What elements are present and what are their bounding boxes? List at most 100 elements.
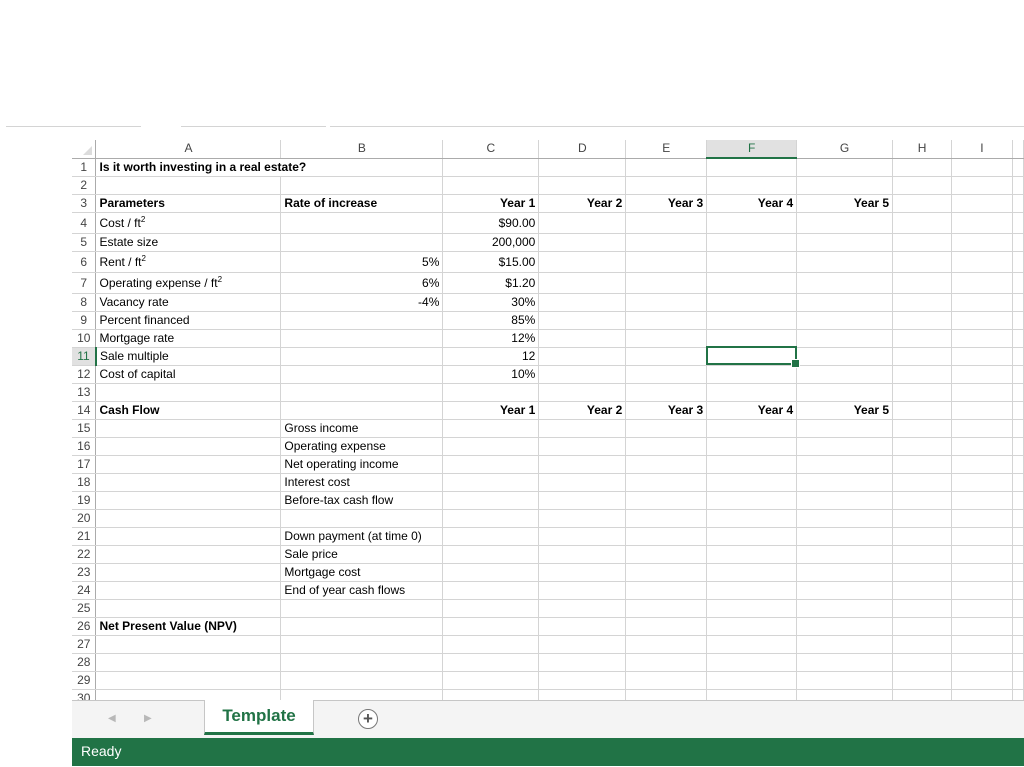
column-header-d[interactable]: D — [538, 140, 627, 159]
cell-h30[interactable] — [892, 688, 952, 700]
cell-d5[interactable] — [538, 232, 627, 252]
cell-b20[interactable] — [280, 508, 444, 528]
cell-f22[interactable] — [706, 544, 798, 564]
cell-a13[interactable] — [95, 382, 282, 402]
cell-f29[interactable] — [706, 670, 798, 690]
cell-c23[interactable] — [442, 562, 540, 582]
cell-j24[interactable] — [1011, 580, 1024, 600]
row-header-5[interactable]: 5 — [72, 232, 97, 252]
cell-a28[interactable] — [95, 652, 282, 672]
cell-b25[interactable] — [280, 598, 444, 618]
cell-b13[interactable] — [280, 382, 444, 402]
cell-c2[interactable] — [442, 175, 540, 195]
cell-a27[interactable] — [95, 634, 282, 654]
cell-i30[interactable] — [951, 688, 1013, 700]
cell-j6[interactable] — [1011, 250, 1024, 273]
cell-a30[interactable] — [95, 688, 282, 700]
cell-b24[interactable]: End of year cash flows — [280, 580, 444, 600]
cell-h1[interactable] — [892, 157, 952, 177]
cell-c12[interactable]: 10% — [442, 364, 540, 384]
cell-g30[interactable] — [796, 688, 894, 700]
cell-e11[interactable] — [625, 346, 708, 366]
column-header-b[interactable]: B — [280, 140, 444, 159]
cell-c27[interactable] — [442, 634, 540, 654]
column-header-h[interactable]: H — [892, 140, 952, 159]
cell-e23[interactable] — [625, 562, 708, 582]
cell-g8[interactable] — [796, 292, 894, 312]
cell-i3[interactable] — [951, 193, 1013, 213]
cell-e24[interactable] — [625, 580, 708, 600]
row-header-24[interactable]: 24 — [72, 580, 97, 600]
cell-c21[interactable] — [442, 526, 540, 546]
cell-h6[interactable] — [892, 250, 952, 273]
cell-d11[interactable] — [538, 346, 627, 366]
row-header-26[interactable]: 26 — [72, 616, 97, 636]
cell-e26[interactable] — [625, 616, 708, 636]
cell-j10[interactable] — [1011, 328, 1024, 348]
row-header-21[interactable]: 21 — [72, 526, 97, 546]
cell-i28[interactable] — [951, 652, 1013, 672]
cell-f4[interactable] — [706, 211, 798, 234]
cell-e20[interactable] — [625, 508, 708, 528]
row-header-19[interactable]: 19 — [72, 490, 97, 510]
cell-c17[interactable] — [442, 454, 540, 474]
cell-d7[interactable] — [538, 271, 627, 294]
cell-i20[interactable] — [951, 508, 1013, 528]
cell-g15[interactable] — [796, 418, 894, 438]
cell-c4[interactable]: $90.00 — [442, 211, 540, 234]
cell-g12[interactable] — [796, 364, 894, 384]
cell-c20[interactable] — [442, 508, 540, 528]
cell-i1[interactable] — [951, 157, 1013, 177]
row-header-20[interactable]: 20 — [72, 508, 97, 528]
cell-j4[interactable] — [1011, 211, 1024, 234]
column-header-j[interactable] — [1011, 140, 1024, 159]
cell-a11[interactable]: Sale multiple — [95, 346, 282, 366]
cell-b2[interactable] — [280, 175, 444, 195]
cell-g24[interactable] — [796, 580, 894, 600]
cell-f28[interactable] — [706, 652, 798, 672]
cell-j1[interactable] — [1011, 157, 1024, 177]
cell-a26[interactable]: Net Present Value (NPV) — [95, 616, 282, 636]
row-header-10[interactable]: 10 — [72, 328, 97, 348]
cell-j17[interactable] — [1011, 454, 1024, 474]
cell-j21[interactable] — [1011, 526, 1024, 546]
cell-h8[interactable] — [892, 292, 952, 312]
cell-b18[interactable]: Interest cost — [280, 472, 444, 492]
cell-i14[interactable] — [951, 400, 1013, 420]
cell-f21[interactable] — [706, 526, 798, 546]
cell-a4[interactable]: Cost / ft2 — [95, 211, 282, 234]
cell-j2[interactable] — [1011, 175, 1024, 195]
cell-a10[interactable]: Mortgage rate — [95, 328, 282, 348]
cell-c25[interactable] — [442, 598, 540, 618]
cell-d17[interactable] — [538, 454, 627, 474]
cell-e10[interactable] — [625, 328, 708, 348]
cell-a6[interactable]: Rent / ft2 — [95, 250, 282, 273]
cell-d12[interactable] — [538, 364, 627, 384]
cell-a24[interactable] — [95, 580, 282, 600]
row-header-7[interactable]: 7 — [72, 271, 97, 294]
cell-e15[interactable] — [625, 418, 708, 438]
cell-h23[interactable] — [892, 562, 952, 582]
cell-e25[interactable] — [625, 598, 708, 618]
cell-g1[interactable] — [796, 157, 894, 177]
cell-b28[interactable] — [280, 652, 444, 672]
cell-f24[interactable] — [706, 580, 798, 600]
cell-d2[interactable] — [538, 175, 627, 195]
cell-i9[interactable] — [951, 310, 1013, 330]
cell-b29[interactable] — [280, 670, 444, 690]
cell-h22[interactable] — [892, 544, 952, 564]
cell-e16[interactable] — [625, 436, 708, 456]
row-header-2[interactable]: 2 — [72, 175, 97, 195]
row-header-14[interactable]: 14 — [72, 400, 97, 420]
cell-e9[interactable] — [625, 310, 708, 330]
cell-i16[interactable] — [951, 436, 1013, 456]
cell-i25[interactable] — [951, 598, 1013, 618]
cell-h20[interactable] — [892, 508, 952, 528]
cell-b17[interactable]: Net operating income — [280, 454, 444, 474]
cell-f5[interactable] — [706, 232, 798, 252]
cell-d18[interactable] — [538, 472, 627, 492]
cell-e27[interactable] — [625, 634, 708, 654]
cell-f14[interactable]: Year 4 — [706, 400, 798, 420]
cell-g18[interactable] — [796, 472, 894, 492]
cell-h2[interactable] — [892, 175, 952, 195]
